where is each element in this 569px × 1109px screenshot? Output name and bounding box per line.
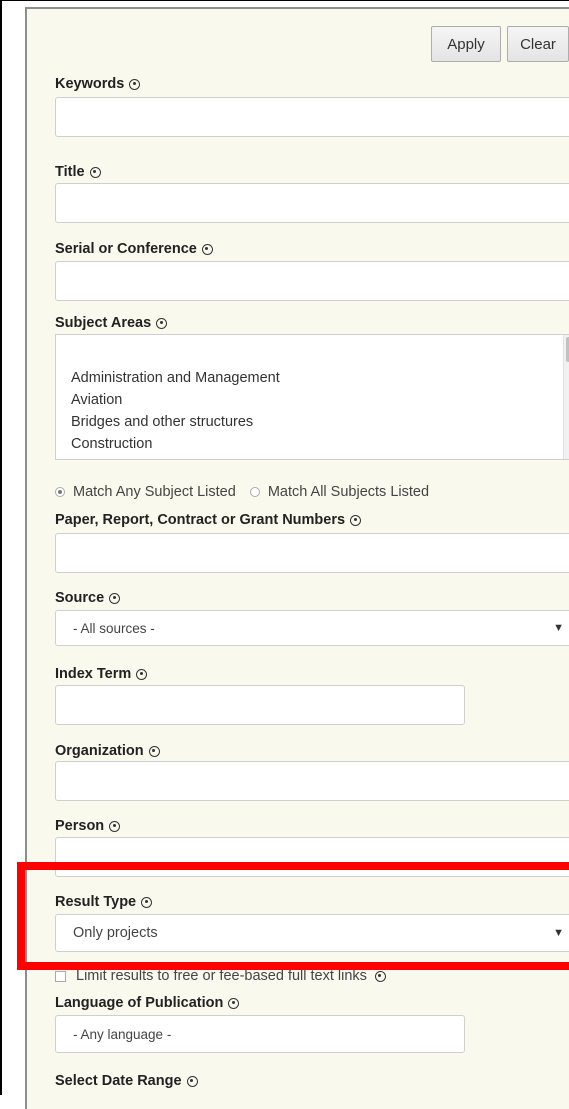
list-item[interactable]: Construction [71,436,152,452]
help-icon[interactable] [201,243,213,255]
source-label: Source [55,590,121,606]
help-icon[interactable] [156,317,168,329]
subject-areas-label: Subject Areas [55,315,168,331]
list-item[interactable]: Bridges and other structures [71,414,253,430]
source-label-text: Source [55,590,105,606]
limit-results-row: Limit results to free or fee-based full … [55,968,386,984]
help-icon[interactable] [350,514,362,526]
language-select[interactable]: - Any language - [55,1015,465,1053]
help-icon[interactable] [109,820,121,832]
search-filter-panel: Apply Clear Keywords Title Serial or Con… [25,7,569,1109]
limit-results-checkbox[interactable] [55,970,66,982]
result-type-select-value: Only projects [73,925,158,941]
result-type-label: Result Type [55,894,153,910]
language-select-value: - Any language - [73,1026,172,1042]
person-input[interactable] [55,837,569,877]
chevron-down-icon: ▼ [553,622,564,634]
help-icon[interactable] [186,1075,198,1087]
title-input[interactable] [55,183,569,223]
page-border [0,0,2,1095]
language-label-text: Language of Publication [55,995,224,1011]
source-select-value: - All sources - [73,620,155,636]
page-border-top [0,0,569,1]
list-item[interactable]: Aviation [71,392,122,408]
help-icon[interactable] [89,166,101,178]
result-type-label-text: Result Type [55,894,137,910]
listbox-scrollbar[interactable] [563,335,569,459]
chevron-down-icon: ▼ [553,927,564,939]
match-all-radio[interactable] [249,487,260,497]
help-icon[interactable] [136,668,148,680]
person-label-text: Person [55,818,105,834]
apply-button[interactable]: Apply [431,26,501,62]
organization-label: Organization [55,743,160,759]
keywords-label: Keywords [55,76,141,92]
numbers-label-text: Paper, Report, Contract or Grant Numbers [55,512,346,528]
help-icon[interactable] [141,896,153,908]
date-range-label-text: Select Date Range [55,1073,182,1089]
match-all-label: Match All Subjects Listed [267,484,430,500]
list-item[interactable]: Administration and Management [71,370,280,386]
subject-areas-label-text: Subject Areas [55,315,152,331]
serial-conference-label: Serial or Conference [55,241,213,257]
help-icon[interactable] [148,745,160,757]
keywords-input[interactable] [55,97,569,137]
index-term-label-text: Index Term [55,666,132,682]
serial-conference-label-text: Serial or Conference [55,241,197,257]
organization-label-text: Organization [55,743,144,759]
match-any-radio[interactable] [55,487,65,497]
title-label-text: Title [55,164,85,180]
match-options: Match Any Subject Listed Match All Subje… [55,484,429,500]
match-any-label: Match Any Subject Listed [73,484,236,500]
help-icon[interactable] [374,970,386,982]
serial-conference-input[interactable] [55,261,569,301]
result-type-select[interactable]: Only projects ▼ [55,914,569,952]
organization-input[interactable] [55,761,569,801]
index-term-input[interactable] [55,685,465,725]
title-label: Title [55,164,101,180]
help-icon[interactable] [228,997,240,1009]
help-icon[interactable] [129,78,141,90]
help-icon[interactable] [109,592,121,604]
language-label: Language of Publication [55,995,240,1011]
clear-button[interactable]: Clear [507,26,569,62]
subject-areas-listbox[interactable]: Administration and Management Aviation B… [55,334,569,460]
limit-results-label: Limit results to free or fee-based full … [76,968,367,984]
numbers-input[interactable] [55,533,569,573]
numbers-label: Paper, Report, Contract or Grant Numbers [55,512,362,528]
source-select[interactable]: - All sources - ▼ [55,610,569,646]
person-label: Person [55,818,121,834]
date-range-label: Select Date Range [55,1073,198,1089]
index-term-label: Index Term [55,666,148,682]
keywords-label-text: Keywords [55,76,125,92]
